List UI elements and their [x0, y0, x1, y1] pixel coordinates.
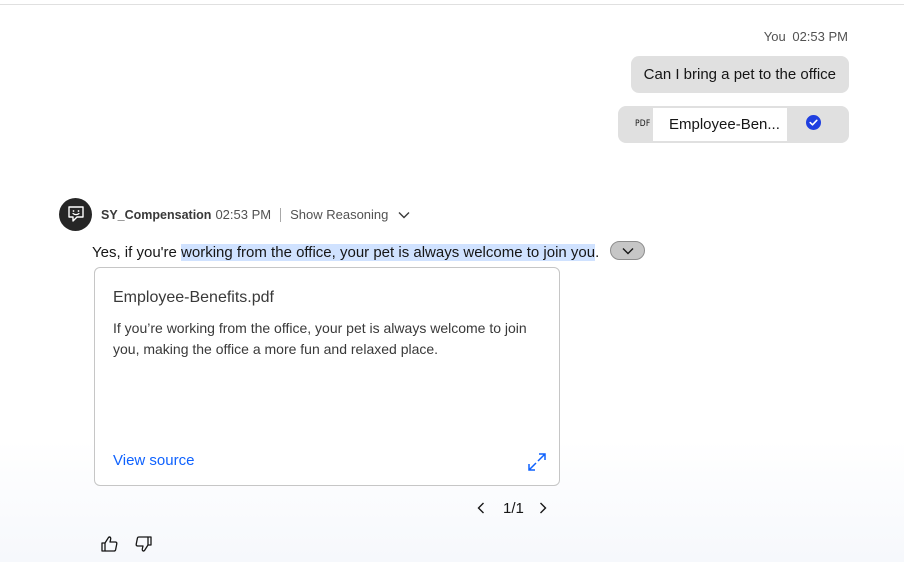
citation-title: Employee-Benefits.pdf — [113, 289, 274, 306]
user-message-bubble: Can I bring a pet to the office — [630, 56, 849, 93]
bot-name: SY_Compensation — [101, 207, 212, 222]
chevron-left-icon — [477, 502, 484, 514]
pdf-icon: PDF — [635, 119, 651, 129]
answer-highlight: working from the office, your pet is alw… — [181, 244, 596, 261]
user-sender-name: You — [763, 29, 786, 44]
previous-page-button[interactable] — [475, 499, 487, 517]
show-reasoning-toggle[interactable]: Show Reasoning — [290, 207, 410, 222]
attachment-file-name: Employee-Ben... — [653, 108, 787, 141]
checkmark-filled-icon — [806, 115, 821, 130]
citation-pagination: 1/1 — [475, 499, 549, 517]
maximize-icon[interactable] — [527, 452, 547, 477]
chevron-down-icon — [398, 211, 410, 218]
answer-prefix: Yes, if you're — [92, 244, 182, 261]
header-separator — [280, 207, 282, 222]
attachment-chip[interactable]: PDF Employee-Ben... — [618, 106, 849, 143]
top-divider — [0, 4, 904, 5]
expand-citation-button[interactable] — [610, 241, 645, 260]
page-indicator: 1/1 — [503, 499, 524, 517]
answer-suffix: . — [595, 244, 600, 261]
view-source-link[interactable]: View source — [113, 452, 194, 469]
user-message-meta: You 02:53 PM — [764, 29, 848, 44]
bot-message-header: SY_Compensation 02:53 PM Show Reasoning — [101, 207, 410, 222]
chat-bot-icon — [59, 198, 92, 231]
user-message-time: 02:53 PM — [792, 29, 848, 44]
bot-answer-text: Yes, if you're working from the office, … — [92, 244, 599, 261]
citation-excerpt: If you’re working from the office, your … — [113, 320, 527, 357]
chevron-right-icon — [539, 502, 547, 514]
show-reasoning-label: Show Reasoning — [290, 207, 389, 222]
chevron-down-icon — [622, 248, 634, 255]
next-page-button[interactable] — [537, 499, 549, 517]
thumbs-down-icon[interactable] — [133, 534, 153, 554]
thumbs-up-icon[interactable] — [100, 534, 120, 554]
feedback-buttons — [100, 534, 166, 554]
citation-card: Employee-Benefits.pdf If you’re working … — [94, 267, 560, 486]
bot-message-time: 02:53 PM — [215, 207, 272, 222]
